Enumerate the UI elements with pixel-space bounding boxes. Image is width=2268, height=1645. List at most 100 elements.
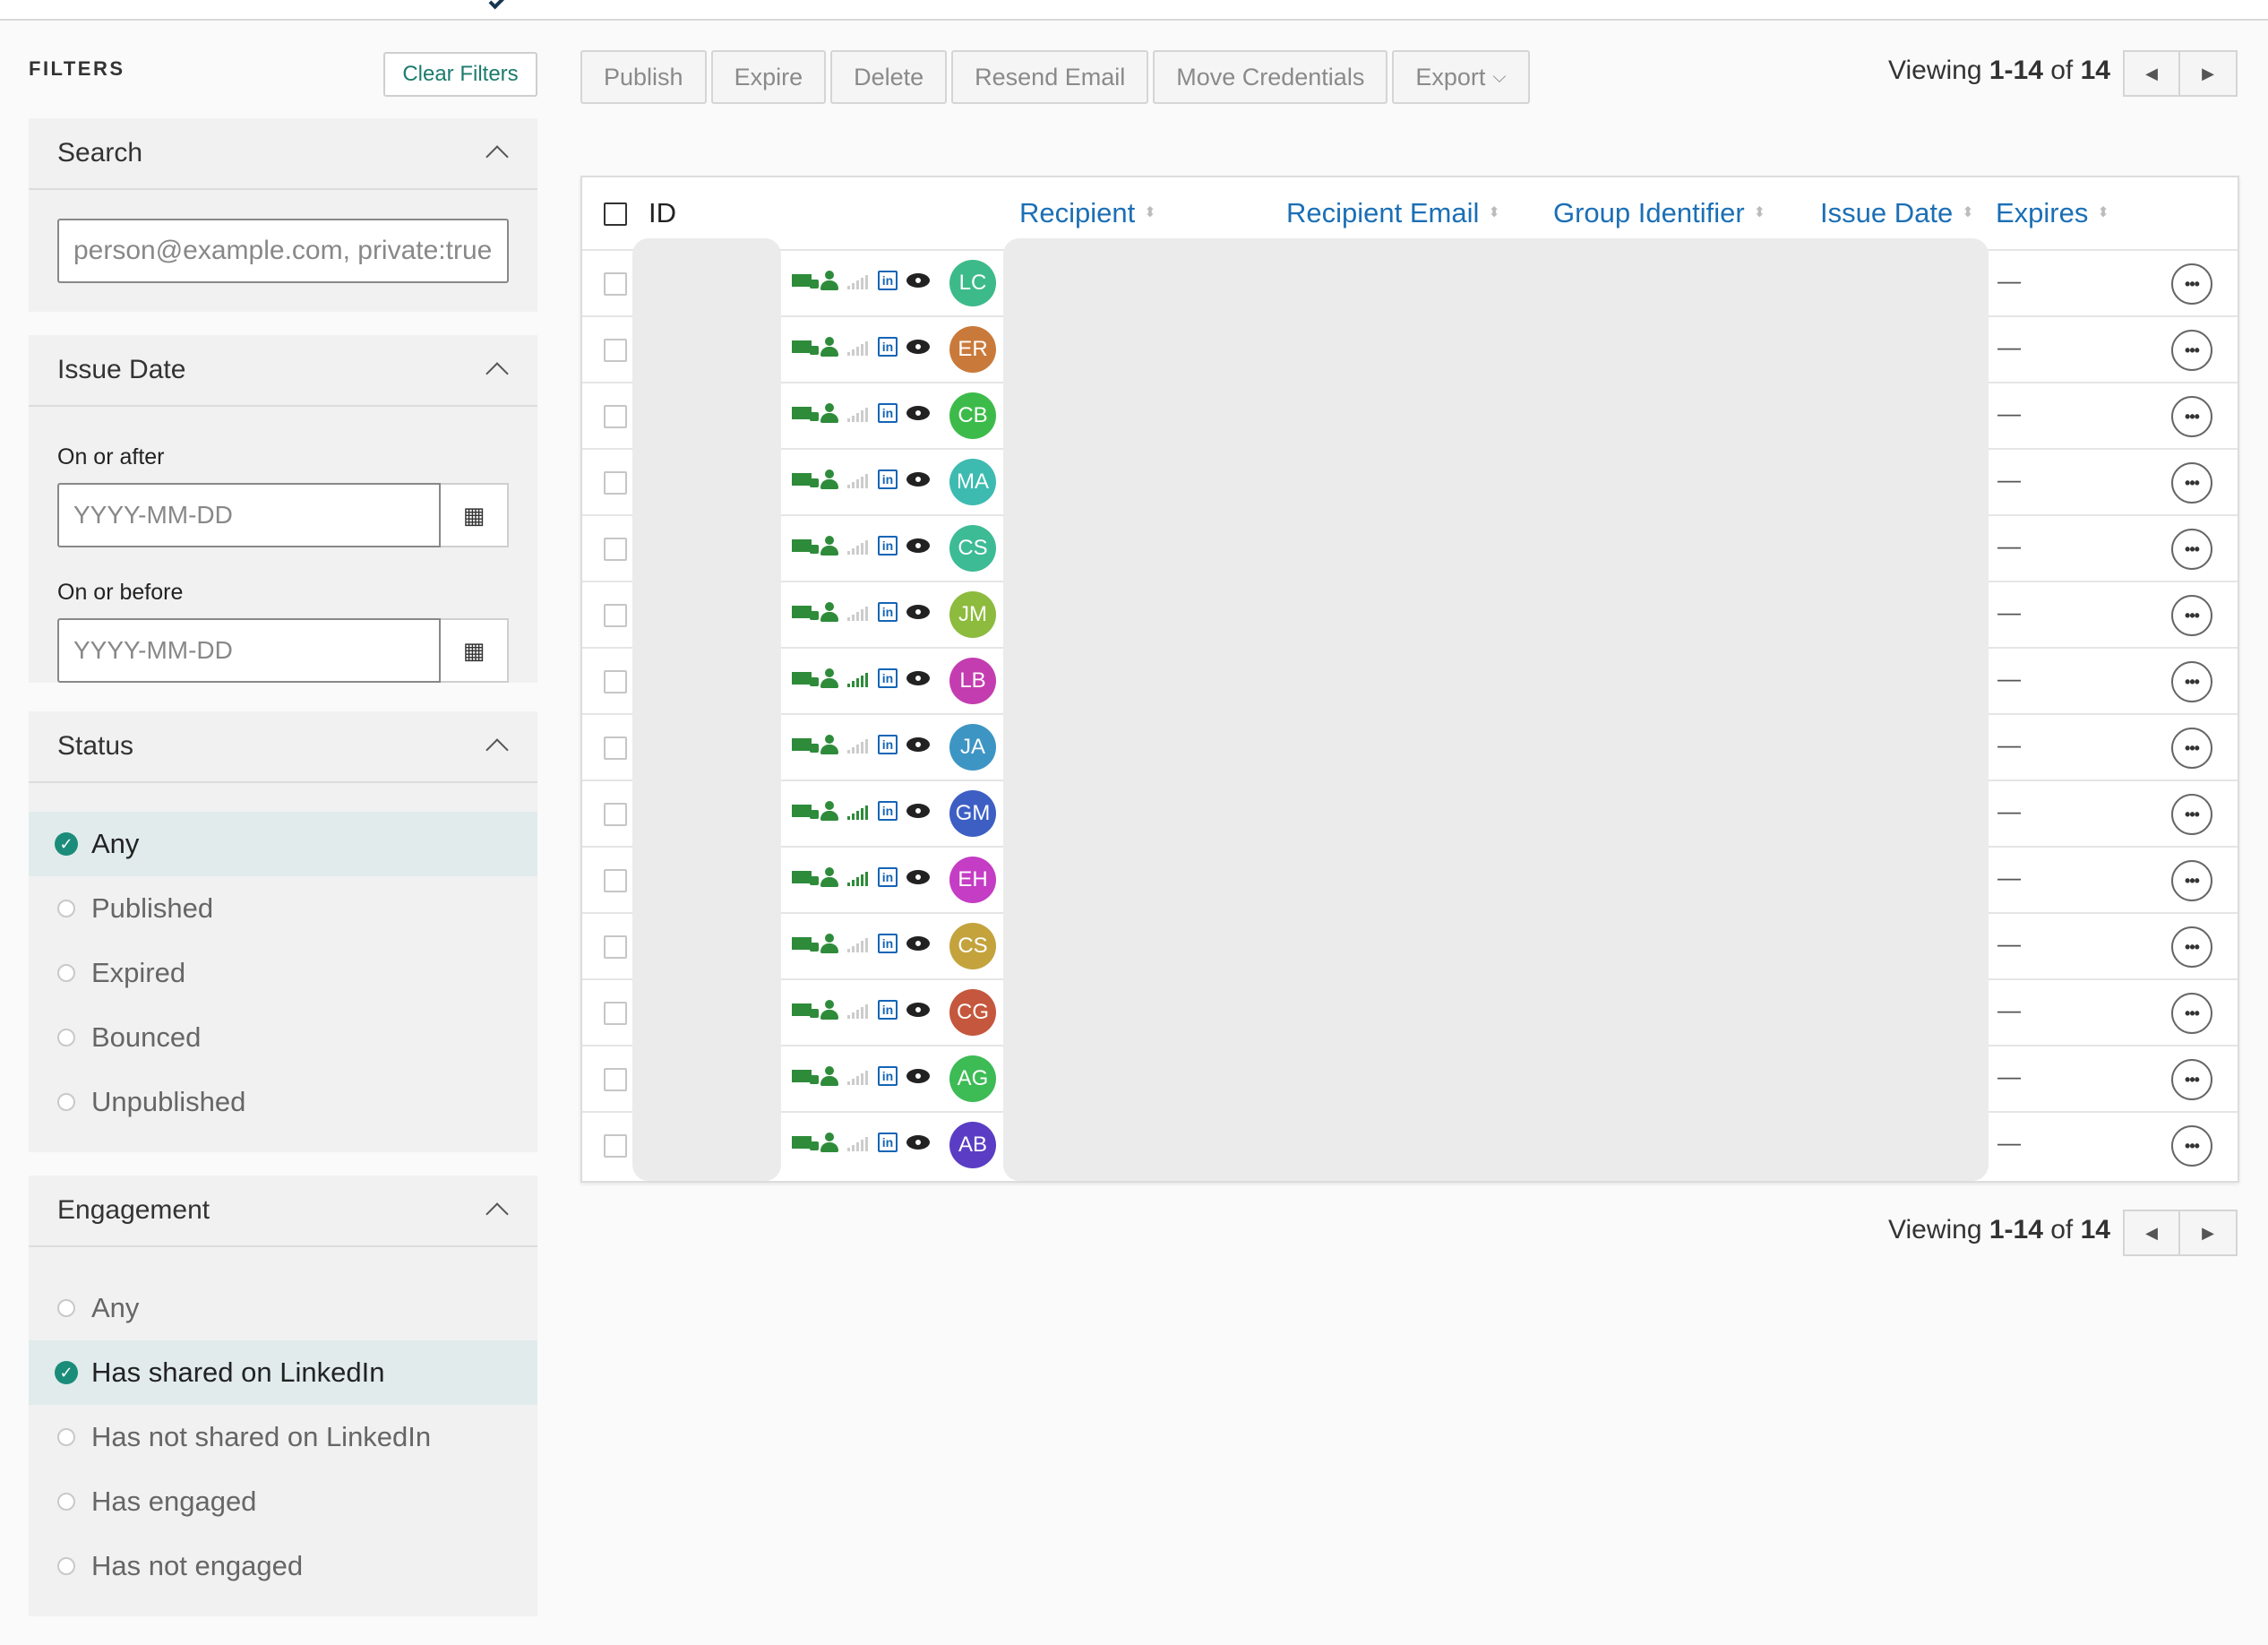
logo-icon [488,0,513,10]
user-icon [820,1066,838,1086]
status-option-published[interactable]: Published [29,876,537,941]
engagement-option-any[interactable]: Any [29,1276,537,1340]
linkedin-icon: in [878,469,898,489]
row-status-icons: in [792,536,930,556]
expires-value: — [1997,400,2021,426]
export-dropdown[interactable]: Export ⌵ [1392,50,1530,104]
column-recipient-email[interactable]: Recipient Email ⬍ [1286,197,1500,229]
user-icon [820,337,838,357]
linkedin-icon: in [878,602,898,622]
more-actions-icon[interactable]: ••• [2171,661,2212,702]
more-actions-icon[interactable]: ••• [2171,728,2212,769]
more-actions-icon[interactable]: ••• [2171,993,2212,1034]
status-panel-header[interactable]: Status [29,711,537,783]
viewing-of: of [2042,56,2081,85]
next-page-icon[interactable]: ▶ [2180,50,2238,97]
issue-date-panel-header[interactable]: Issue Date [29,335,537,407]
issue-date-panel: Issue Date On or after YYYY-MM-DD ▦ On o… [29,335,537,683]
engagement-option-not-shared-linkedin[interactable]: Has not shared on LinkedIn [29,1405,537,1469]
viewing-prefix: Viewing [1888,1215,1989,1245]
user-icon [820,735,838,754]
status-option-unpublished[interactable]: Unpublished [29,1070,537,1134]
search-panel-header[interactable]: Search [29,118,537,190]
row-checkbox[interactable] [604,272,627,296]
column-issue-date[interactable]: Issue Date ⬍ [1820,197,1974,229]
row-checkbox[interactable] [604,604,627,627]
next-page-icon[interactable]: ▶ [2180,1210,2238,1256]
on-or-before-label: On or before [57,580,184,605]
expires-value: — [1997,930,2021,957]
radio-icon [57,1029,75,1046]
row-checkbox[interactable] [604,1134,627,1158]
on-or-after-input[interactable]: YYYY-MM-DD [57,483,441,547]
more-actions-icon[interactable]: ••• [2171,330,2212,371]
column-id[interactable]: ID [649,197,676,229]
resend-email-button[interactable]: Resend Email [951,50,1149,104]
linkedin-icon: in [878,337,898,357]
expire-button[interactable]: Expire [710,50,827,104]
radio-icon [57,1493,75,1511]
more-actions-icon[interactable]: ••• [2171,1125,2212,1167]
message-icon [792,1003,819,1018]
column-expires[interactable]: Expires ⬍ [1996,197,2109,229]
row-checkbox[interactable] [604,405,627,428]
eye-icon [906,273,930,288]
linkedin-icon: in [878,403,898,423]
engagement-option-not-engaged[interactable]: Has not engaged [29,1534,537,1598]
signal-icon [847,669,869,687]
viewing-total: 14 [2080,1215,2110,1245]
more-actions-icon[interactable]: ••• [2171,396,2212,437]
row-status-icons: in [792,337,930,357]
status-option-any[interactable]: ✓ Any [29,812,537,876]
row-checkbox[interactable] [604,736,627,760]
filters-header: FILTERS Clear Filters [29,50,537,100]
on-or-before-input[interactable]: YYYY-MM-DD [57,618,441,683]
delete-button[interactable]: Delete [830,50,948,104]
column-group-identifier[interactable]: Group Identifier ⬍ [1553,197,1766,229]
engagement-option-engaged[interactable]: Has engaged [29,1469,537,1534]
status-panel-title: Status [57,731,134,761]
publish-button[interactable]: Publish [580,50,707,104]
radio-icon [57,1299,75,1317]
search-input[interactable]: person@example.com, private:true [57,219,509,283]
row-checkbox[interactable] [604,339,627,362]
more-actions-icon[interactable]: ••• [2171,860,2212,901]
row-checkbox[interactable] [604,471,627,495]
status-option-bounced[interactable]: Bounced [29,1005,537,1070]
row-checkbox[interactable] [604,670,627,693]
move-credentials-button[interactable]: Move Credentials [1153,50,1388,104]
engagement-panel-header[interactable]: Engagement [29,1176,537,1247]
expires-value: — [1997,466,2021,493]
engagement-option-shared-linkedin[interactable]: ✓ Has shared on LinkedIn [29,1340,537,1405]
prev-page-icon[interactable]: ◀ [2123,50,2180,97]
more-actions-icon[interactable]: ••• [2171,926,2212,968]
calendar-icon[interactable]: ▦ [441,483,509,547]
pager-top: ◀ ▶ [2123,50,2238,97]
expires-value: — [1997,1129,2021,1156]
on-or-after-label: On or after [57,444,165,469]
status-option-expired[interactable]: Expired [29,941,537,1005]
row-checkbox[interactable] [604,935,627,959]
chevron-up-icon [485,738,509,762]
row-checkbox[interactable] [604,1002,627,1025]
clear-filters-button[interactable]: Clear Filters [383,52,537,97]
linkedin-icon: in [878,867,898,887]
expires-value: — [1997,797,2021,824]
select-all-checkbox[interactable] [604,202,627,226]
more-actions-icon[interactable]: ••• [2171,1059,2212,1100]
more-actions-icon[interactable]: ••• [2171,794,2212,835]
more-actions-icon[interactable]: ••• [2171,263,2212,305]
expires-value: — [1997,532,2021,559]
calendar-icon[interactable]: ▦ [441,618,509,683]
row-checkbox[interactable] [604,869,627,892]
row-checkbox[interactable] [604,538,627,561]
more-actions-icon[interactable]: ••• [2171,529,2212,570]
more-actions-icon[interactable]: ••• [2171,595,2212,636]
column-group-label: Group Identifier [1553,197,1745,228]
more-actions-icon[interactable]: ••• [2171,462,2212,504]
row-checkbox[interactable] [604,1068,627,1091]
user-icon [820,801,838,821]
prev-page-icon[interactable]: ◀ [2123,1210,2180,1256]
column-recipient[interactable]: Recipient ⬍ [1019,197,1156,229]
row-checkbox[interactable] [604,803,627,826]
